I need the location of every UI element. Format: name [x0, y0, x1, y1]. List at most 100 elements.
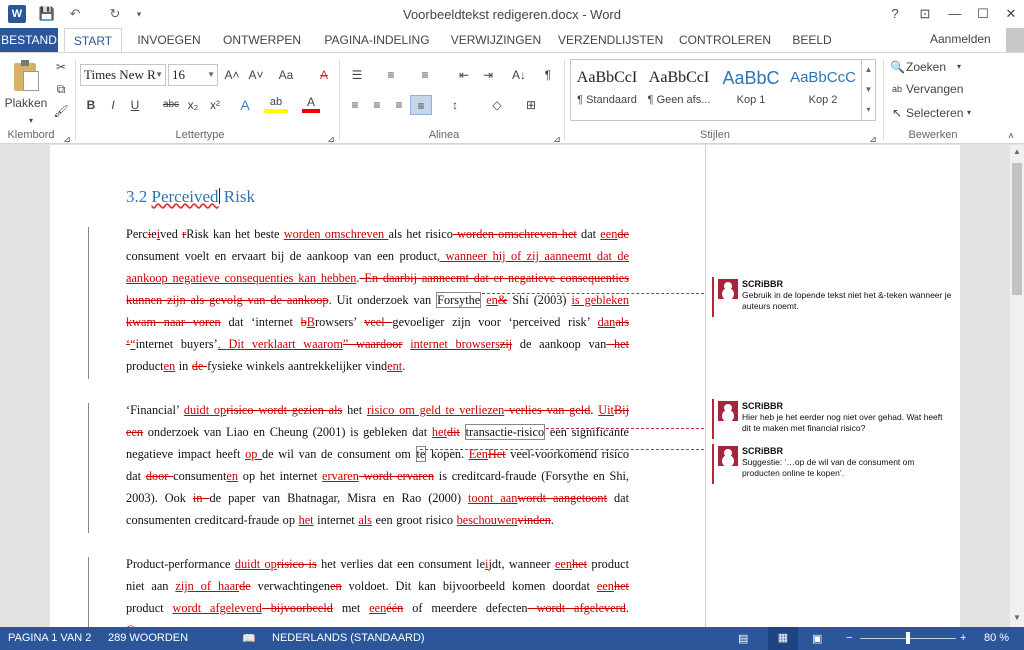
word-icon[interactable]: W — [8, 5, 26, 23]
comment-1[interactable]: SCRiBBR Gebruik in de lopende tekst niet… — [712, 277, 952, 317]
scrollbar-thumb[interactable] — [1012, 163, 1022, 295]
markup-area — [705, 145, 960, 627]
change-case-icon[interactable]: Aa — [272, 65, 300, 85]
inserted-text: een — [600, 227, 618, 241]
tab-review[interactable]: CONTROLEREN — [678, 28, 772, 52]
tab-start[interactable]: START — [64, 28, 122, 53]
chevron-down-icon[interactable]: ▾ — [954, 57, 964, 77]
word-count[interactable]: 289 WOORDEN — [108, 632, 188, 644]
borders-icon[interactable]: ⊞ — [520, 95, 542, 115]
font-size-combo[interactable]: 16 ▼ — [168, 64, 218, 86]
justify-icon[interactable]: ≡ — [410, 95, 432, 115]
tab-view[interactable]: BEELD — [788, 28, 836, 52]
page-count[interactable]: PAGINA 1 VAN 2 — [8, 632, 91, 644]
clear-formatting-icon[interactable]: A — [314, 65, 334, 85]
vertical-scrollbar[interactable]: ▲ ▼ — [1010, 145, 1024, 627]
font-color-icon[interactable]: A — [302, 95, 320, 113]
decrease-indent-icon[interactable]: ⇤ — [454, 65, 474, 85]
sort-icon[interactable]: A↓ — [508, 65, 530, 85]
section-heading[interactable]: 3.2 Perceived Risk — [126, 187, 255, 207]
format-painter-icon[interactable]: 🖌 — [52, 101, 70, 121]
grow-font-icon[interactable]: A˄ — [222, 65, 242, 85]
ribbon-display-options-icon[interactable]: ⊡ — [914, 4, 936, 24]
paste-dropdown-icon[interactable]: ▾ — [26, 111, 36, 131]
read-mode-icon[interactable]: ▤ — [738, 632, 748, 645]
replace-button[interactable]: Vervangen — [906, 79, 963, 99]
comment-3[interactable]: SCRiBBR Suggestie: ‘…op de wil van de co… — [712, 444, 952, 484]
chevron-down-icon[interactable]: ▾ — [964, 103, 974, 123]
close-icon[interactable]: ✕ — [1000, 4, 1022, 24]
style-no-spacing[interactable]: AaBbCcI ¶ Geen afs... — [643, 62, 715, 118]
minimize-icon[interactable]: — — [944, 4, 966, 24]
paragraph-2[interactable]: ‘Financial’ duidt oprisico wordt gezien … — [126, 399, 629, 531]
tab-design[interactable]: ONTWERPEN — [220, 28, 304, 52]
italic-icon[interactable]: I — [104, 95, 122, 115]
select-button[interactable]: Selecteren — [906, 103, 963, 123]
find-button[interactable]: Zoeken — [906, 57, 946, 77]
comment-2[interactable]: SCRiBBR Hier heb je het eerder nog niet … — [712, 399, 952, 439]
subscript-icon[interactable]: x₂ — [184, 95, 202, 115]
tab-file[interactable]: BESTAND — [0, 28, 58, 52]
text-run: verwachtingen — [250, 579, 331, 593]
bold-icon[interactable]: B — [82, 95, 100, 115]
paragraph-1[interactable]: Percieived rRisk kan het beste worden om… — [126, 223, 629, 377]
zoom-level[interactable]: 80 % — [984, 632, 1009, 644]
shrink-font-icon[interactable]: A˅ — [246, 65, 266, 85]
style-heading-2[interactable]: AaBbCcC Kop 2 — [787, 62, 859, 118]
tab-mailings[interactable]: VERZENDLIJSTEN — [558, 28, 663, 52]
align-right-icon[interactable]: ≡ — [390, 95, 408, 115]
style-heading-1[interactable]: AaBbC Kop 1 — [715, 62, 787, 118]
sign-in-link[interactable]: Aanmelden — [930, 32, 991, 46]
paste-button[interactable]: Plakken — [2, 93, 50, 113]
undo-icon[interactable]: ↶ — [66, 5, 84, 23]
print-layout-icon[interactable]: ▦ — [768, 627, 798, 650]
language-indicator[interactable]: NEDERLANDS (STANDAARD) — [272, 632, 425, 644]
text-effects-icon[interactable]: A — [236, 95, 254, 115]
paragraph-3[interactable]: Product-performance duidt oprisico is he… — [126, 553, 629, 627]
tab-references[interactable]: VERWIJZINGEN — [450, 28, 542, 52]
proofing-icon[interactable]: 📖 — [242, 632, 256, 645]
text-run: met — [332, 601, 370, 615]
text-run: Shi (2003) — [507, 293, 572, 307]
tab-insert[interactable]: INVOEGEN — [134, 28, 204, 52]
zoom-out-icon[interactable]: − — [846, 632, 852, 644]
numbering-icon[interactable]: ≡ — [380, 65, 402, 85]
deleted-text: risico is — [276, 557, 317, 571]
style-standard[interactable]: AaBbCcI ¶ Standaard — [571, 62, 643, 118]
increase-indent-icon[interactable]: ⇥ — [478, 65, 498, 85]
styles-scroll-icon[interactable]: ▲ ▼ ▾ — [861, 60, 875, 120]
text-run: consument voelt en ervaart bij de aankoo… — [126, 249, 438, 263]
superscript-icon[interactable]: x² — [206, 95, 224, 115]
clipboard-group-label: Klembord — [7, 129, 55, 141]
align-left-icon[interactable]: ≡ — [346, 95, 364, 115]
scroll-up-icon[interactable]: ▲ — [1010, 145, 1024, 159]
shading-icon[interactable]: ◇ — [486, 95, 508, 115]
tab-page-layout[interactable]: PAGINA-INDELING — [320, 28, 434, 52]
scroll-down-icon[interactable]: ▼ — [1010, 611, 1024, 625]
maximize-icon[interactable]: ☐ — [972, 4, 994, 24]
paste-icon[interactable] — [12, 59, 40, 93]
copy-icon[interactable]: ⧉ — [52, 79, 70, 99]
multilevel-list-icon[interactable]: ≡ — [414, 65, 436, 85]
web-layout-icon[interactable]: ▣ — [812, 632, 822, 645]
line-spacing-icon[interactable]: ↕ — [444, 95, 466, 115]
customize-qat-icon[interactable]: ▾ — [130, 5, 148, 23]
show-formatting-icon[interactable]: ¶ — [538, 65, 558, 85]
save-icon[interactable]: 💾 — [38, 5, 56, 23]
collapse-ribbon-icon[interactable]: ˄ — [1004, 127, 1018, 147]
page[interactable]: 3.2 Perceived Risk Percieived rRisk kan … — [50, 145, 960, 627]
underline-icon[interactable]: U — [126, 95, 144, 115]
redo-icon[interactable]: ↻ — [106, 5, 124, 23]
deleted-text: de — [239, 579, 251, 593]
zoom-in-icon[interactable]: + — [960, 632, 966, 644]
highlight-icon[interactable]: ab — [264, 95, 288, 113]
deleted-text: het — [613, 579, 629, 593]
align-center-icon[interactable]: ≡ — [368, 95, 386, 115]
help-icon[interactable]: ? — [884, 4, 906, 24]
strikethrough-icon[interactable]: abc — [160, 95, 182, 115]
bullets-icon[interactable]: ☰ — [346, 65, 368, 85]
font-name-combo[interactable]: Times New R ▼ — [80, 64, 166, 86]
account-avatar[interactable] — [1006, 28, 1024, 52]
cut-icon[interactable]: ✂ — [52, 57, 70, 77]
zoom-slider-thumb[interactable] — [906, 632, 910, 644]
